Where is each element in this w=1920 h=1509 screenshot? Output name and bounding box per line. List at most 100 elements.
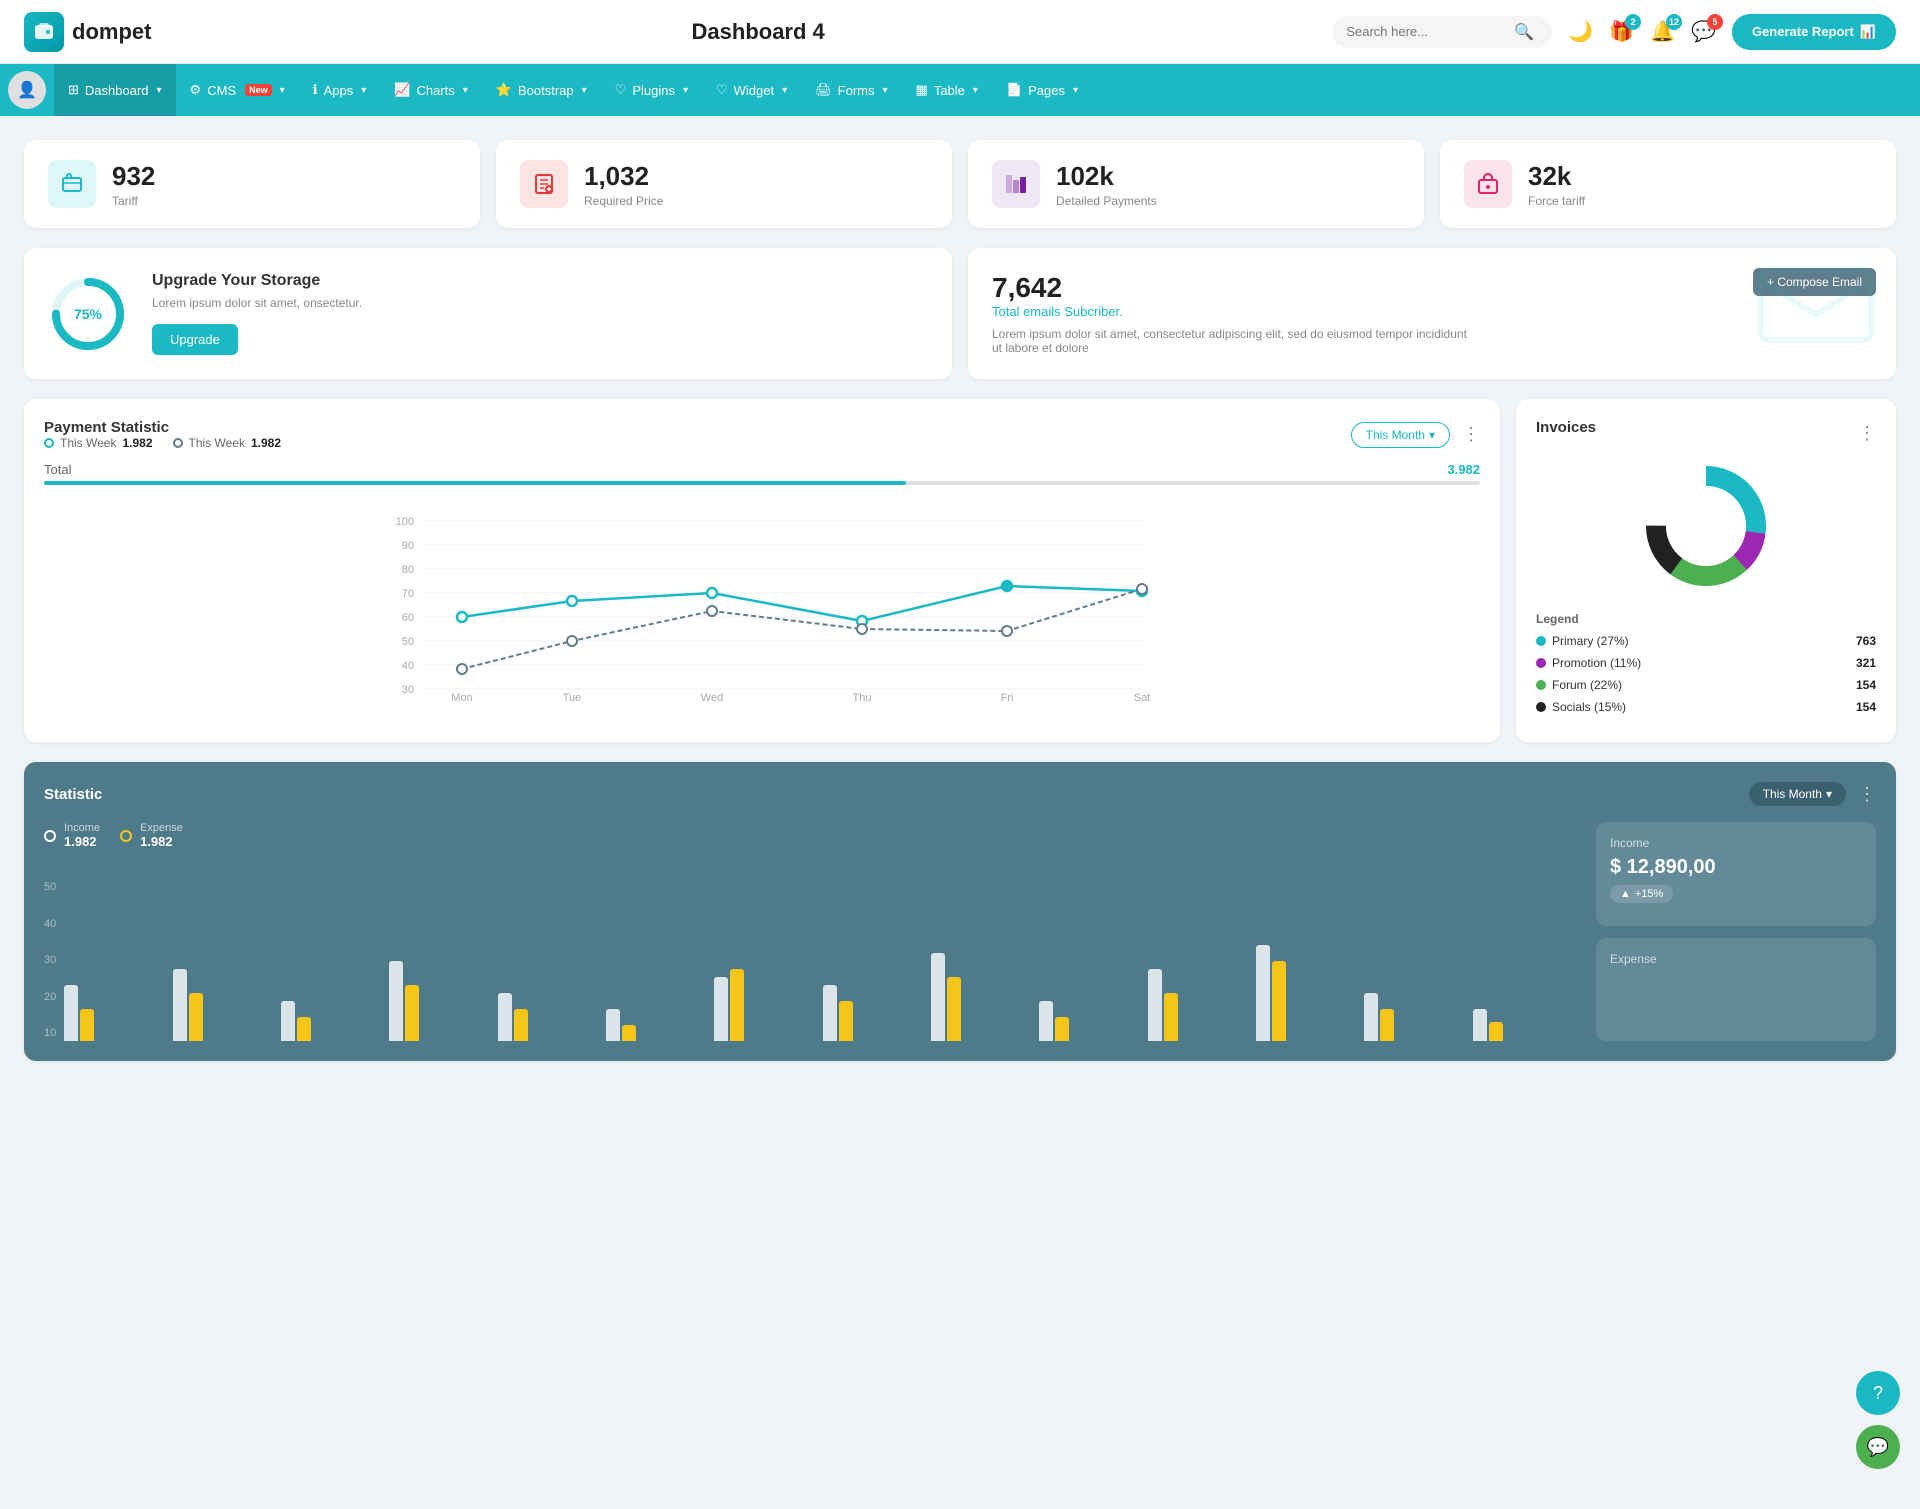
sidebar-item-apps[interactable]: ℹ Apps ▾	[299, 64, 381, 116]
stat-label: Required Price	[584, 194, 663, 208]
charts-row: Payment Statistic This Week 1.982 This W…	[24, 399, 1896, 742]
sidebar-item-widget[interactable]: ♡ Widget ▾	[702, 64, 801, 116]
bar-group	[931, 953, 1034, 1041]
search-icon: 🔍	[1514, 22, 1534, 42]
list-item: Promotion (11%) 321	[1536, 656, 1876, 670]
stat-label: Tariff	[112, 194, 155, 208]
income-expense-panel: Income $ 12,890,00 ▲ +15% Expense	[1596, 822, 1876, 1041]
more-options-icon[interactable]: ⋮	[1858, 784, 1876, 805]
line-chart-svg: 100 90 80 70 60 50 40 30	[44, 501, 1480, 701]
chevron-down-icon: ▾	[280, 85, 285, 96]
stat-label: Force tariff	[1528, 194, 1585, 208]
force-tariff-icon	[1464, 160, 1512, 208]
bar-white	[1473, 1009, 1487, 1041]
svg-text:40: 40	[402, 660, 414, 672]
legend-label-2: This Week	[189, 436, 245, 450]
sidebar-item-dashboard[interactable]: ⊞ Dashboard ▾	[54, 64, 176, 116]
bar-yellow	[405, 985, 419, 1041]
progress-percent: 75%	[74, 306, 102, 322]
legend-item-left: Promotion (11%)	[1536, 656, 1641, 670]
sidebar-item-cms[interactable]: ⚙ CMS New ▾	[176, 64, 299, 116]
bell-button[interactable]: 🔔 12	[1650, 19, 1675, 44]
upgrade-button[interactable]: Upgrade	[152, 324, 238, 355]
chat-badge: 5	[1707, 14, 1723, 30]
svg-text:Fri: Fri	[1001, 692, 1014, 701]
page-title: Dashboard 4	[200, 19, 1316, 45]
gift-button[interactable]: 🎁 2	[1609, 19, 1634, 44]
chart-right: This Month ▾ ⋮	[1351, 422, 1480, 448]
bar-group	[823, 985, 926, 1041]
income-legend-value: 1.982	[64, 834, 100, 849]
list-item: Forum (22%) 154	[1536, 678, 1876, 692]
upgrade-title: Upgrade Your Storage	[152, 272, 362, 290]
this-month-label: This Month	[1763, 787, 1822, 801]
y-axis: 50 40 30 20 10	[44, 881, 56, 1041]
middle-row: 75% Upgrade Your Storage Lorem ipsum dol…	[24, 248, 1896, 379]
bar-group	[1148, 969, 1251, 1041]
sidebar-item-forms[interactable]: 🖨 Forms ▾	[801, 64, 901, 116]
sidebar-item-charts[interactable]: 📈 Charts ▾	[380, 64, 482, 116]
svg-text:30: 30	[402, 684, 414, 696]
bars-container	[64, 881, 1576, 1041]
chevron-down-icon: ▾	[463, 85, 468, 96]
bar-white	[714, 977, 728, 1041]
sidebar-item-plugins[interactable]: ♡ Plugins ▾	[601, 64, 702, 116]
invoices-card: Invoices ⋮	[1516, 399, 1896, 742]
avatar: 👤	[8, 71, 46, 109]
sidebar-item-label: Plugins	[632, 83, 675, 98]
sidebar-item-table[interactable]: ▦ Table ▾	[902, 64, 992, 116]
stat-value: 1,032	[584, 161, 663, 192]
this-month-button[interactable]: This Month ▾	[1351, 422, 1450, 448]
expense-dot	[120, 830, 132, 842]
statistic-card: Statistic This Month ▾ ⋮ Income	[24, 762, 1896, 1061]
stat-value: 932	[112, 161, 155, 192]
progress-bar	[44, 481, 1480, 485]
detailed-payments-icon	[992, 160, 1040, 208]
nav-icons: 🌙 🎁 2 🔔 12 💬 5 Generate Report 📊	[1568, 14, 1896, 50]
email-icon	[1756, 260, 1876, 369]
svg-text:Tue: Tue	[563, 692, 582, 701]
dark-mode-button[interactable]: 🌙	[1568, 19, 1593, 44]
stat-cards: 932 Tariff 1,032 Required Price 102k Det…	[24, 140, 1896, 228]
legend-item-1: This Week 1.982	[44, 436, 153, 450]
svg-text:50: 50	[402, 636, 414, 648]
new-badge: New	[245, 84, 272, 96]
more-options-icon[interactable]: ⋮	[1858, 423, 1876, 444]
line-chart-area: 100 90 80 70 60 50 40 30	[44, 501, 1480, 704]
stat-card-required-price: 1,032 Required Price	[496, 140, 952, 228]
bar-group	[173, 969, 276, 1041]
more-options-icon[interactable]: ⋮	[1462, 424, 1480, 445]
support-button[interactable]: ?	[1856, 1371, 1900, 1415]
statistic-this-month-button[interactable]: This Month ▾	[1749, 782, 1846, 806]
promotion-dot	[1536, 658, 1546, 668]
chevron-down-icon: ▾	[883, 85, 888, 96]
legend-dot-dark	[173, 438, 183, 448]
stat-label: Detailed Payments	[1056, 194, 1157, 208]
bar-group	[1473, 1009, 1576, 1041]
list-item: Socials (15%) 154	[1536, 700, 1876, 714]
invoices-title: Invoices	[1536, 419, 1596, 436]
bootstrap-icon: ⭐	[496, 82, 512, 98]
legend-item-left: Primary (27%)	[1536, 634, 1629, 648]
chat-button[interactable]: 💬 5	[1691, 19, 1716, 44]
generate-report-button[interactable]: Generate Report 📊	[1732, 14, 1896, 50]
sidebar-item-pages[interactable]: 📄 Pages ▾	[992, 64, 1092, 116]
bar-group	[64, 985, 167, 1041]
sidebar-item-label: CMS	[207, 83, 236, 98]
sidebar-item-bootstrap[interactable]: ⭐ Bootstrap ▾	[482, 64, 601, 116]
top-navigation: dompet Dashboard 4 🔍 🌙 🎁 2 🔔 12 💬 5 Gene…	[0, 0, 1920, 64]
chat-float-button[interactable]: 💬	[1856, 1425, 1900, 1469]
invoice-legend: Legend Primary (27%) 763 Promotion (11%)…	[1536, 612, 1876, 714]
bar-white	[1364, 993, 1378, 1041]
socials-label: Socials (15%)	[1552, 700, 1626, 714]
chevron-down-icon: ▾	[582, 85, 587, 96]
logo-text: dompet	[72, 19, 151, 45]
income-legend-label: Income	[64, 822, 100, 834]
svg-text:70: 70	[402, 588, 414, 600]
expense-legend-label: Expense	[140, 822, 183, 834]
search-input[interactable]	[1346, 24, 1506, 39]
legend-val-2: 1.982	[251, 436, 281, 450]
email-description: Lorem ipsum dolor sit amet, consectetur …	[992, 327, 1472, 355]
search-box[interactable]: 🔍	[1332, 16, 1552, 48]
bar-yellow	[1164, 993, 1178, 1041]
